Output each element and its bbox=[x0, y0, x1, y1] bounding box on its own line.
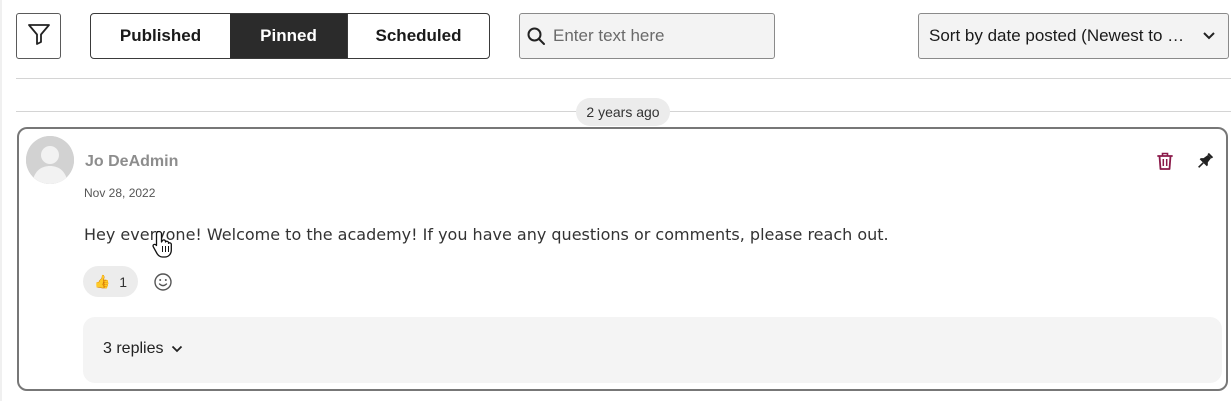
search-input[interactable] bbox=[551, 14, 774, 58]
post-status-tabs: Published Pinned Scheduled bbox=[90, 13, 490, 59]
sort-selected-value: Sort by date posted (Newest to oldest) bbox=[929, 26, 1192, 45]
reaction-thumbs-up[interactable]: 👍 1 bbox=[83, 266, 138, 297]
reaction-count: 1 bbox=[119, 273, 127, 290]
trash-icon[interactable] bbox=[1156, 151, 1174, 176]
smiley-add-icon[interactable] bbox=[153, 272, 173, 297]
post-date: Nov 28, 2022 bbox=[84, 186, 156, 200]
divider bbox=[16, 78, 1231, 79]
replies-label: 3 replies bbox=[103, 340, 164, 357]
chevron-down-icon bbox=[171, 340, 183, 358]
page-edge bbox=[0, 0, 2, 401]
thumbs-up-emoji: 👍 bbox=[94, 273, 111, 289]
search-icon bbox=[520, 26, 551, 46]
filter-icon bbox=[27, 22, 51, 51]
post-card: Jo DeAdmin Nov 28, 2022 Hey everyone! We… bbox=[17, 127, 1228, 391]
post-body: Hey everyone! Welcome to the academy! If… bbox=[84, 225, 889, 244]
filter-button[interactable] bbox=[16, 13, 61, 59]
sort-select[interactable]: Sort by date posted (Newest to oldest) bbox=[918, 13, 1229, 59]
avatar bbox=[26, 136, 74, 184]
tab-scheduled[interactable]: Scheduled bbox=[347, 14, 489, 58]
replies-panel: 3 replies bbox=[83, 317, 1222, 383]
tab-published[interactable]: Published bbox=[91, 14, 230, 58]
pin-icon[interactable] bbox=[1195, 151, 1215, 176]
search-box bbox=[519, 13, 775, 59]
date-divider-label: 2 years ago bbox=[576, 98, 670, 126]
author-name: Jo DeAdmin bbox=[85, 153, 179, 170]
tab-pinned[interactable]: Pinned bbox=[230, 14, 347, 58]
chevron-down-icon bbox=[1202, 31, 1216, 41]
replies-toggle-button[interactable]: 3 replies bbox=[103, 340, 183, 358]
